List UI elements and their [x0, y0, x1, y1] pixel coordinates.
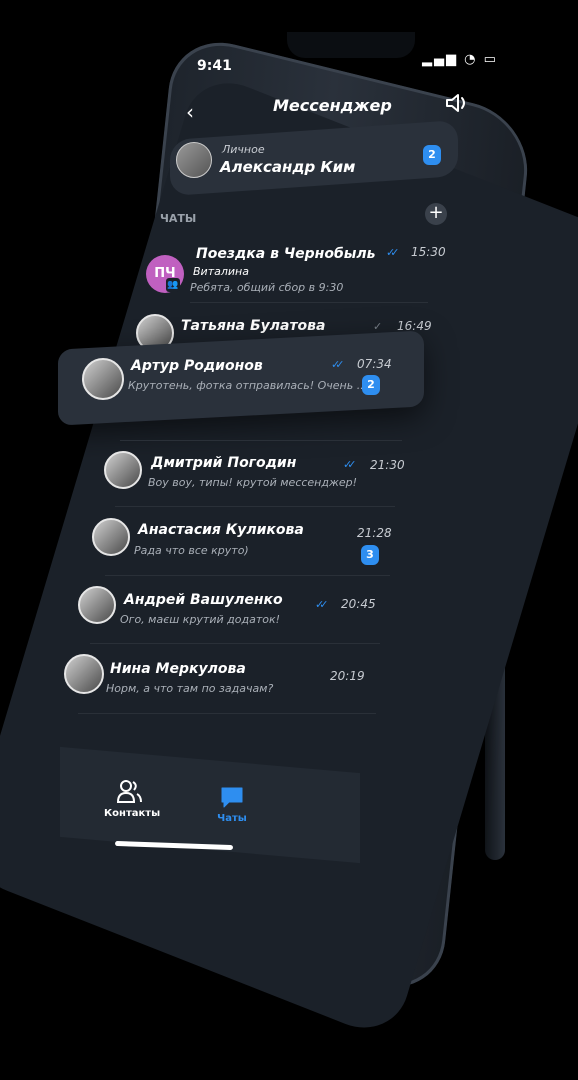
- avatar: [82, 358, 124, 400]
- divider: [190, 302, 428, 303]
- group-icon: 👥: [166, 278, 180, 292]
- contacts-icon: [116, 780, 142, 803]
- chat-bubble-icon: [221, 787, 243, 808]
- avatar: [64, 654, 104, 694]
- chat-time: 20:45: [341, 597, 376, 611]
- messenger-app: 9:41 ▂▄▆ ◔ ▭ ‹ Мессенджер Личное Алексан…: [0, 0, 578, 948]
- personal-label: Личное: [222, 143, 265, 156]
- speaker-button[interactable]: [444, 92, 470, 114]
- double-check-icon: ✓✓: [331, 358, 345, 371]
- chat-message: Ребята, общий сбор в 9:30: [190, 281, 344, 294]
- double-check-icon: ✓✓: [386, 246, 400, 259]
- chat-time: 21:28: [357, 526, 392, 540]
- chat-message: Ого, маєш крутий додаток!: [120, 613, 281, 626]
- avatar: [104, 451, 142, 489]
- chat-message: Норм, а что там по задачам?: [106, 682, 274, 695]
- add-chat-button[interactable]: +: [425, 203, 447, 225]
- tab-contacts[interactable]: Контакты: [104, 778, 161, 819]
- avatar: [92, 518, 130, 556]
- chat-name: Поездка в Чернобыль: [196, 246, 376, 262]
- speaker-icon: [446, 94, 465, 112]
- double-check-icon: ✓✓: [315, 598, 329, 611]
- divider: [115, 506, 395, 507]
- personal-name: Александр Ким: [220, 158, 356, 176]
- tab-label: Чаты: [217, 813, 247, 824]
- tab-label: Контакты: [104, 808, 161, 819]
- chat-time: 07:34: [357, 357, 392, 371]
- chat-message: Воу воу, типы! крутой мессенджер!: [148, 476, 358, 489]
- tab-chats[interactable]: Чаты: [212, 785, 252, 824]
- unread-badge: 3: [361, 545, 379, 565]
- chat-name: Татьяна Булатова: [181, 318, 326, 334]
- chat-message: Рада что все круто): [134, 544, 249, 557]
- chat-name: Андрей Вашуленко: [124, 592, 283, 608]
- chat-name: Анастасия Куликова: [138, 522, 304, 538]
- chat-time: 21:30: [370, 458, 405, 472]
- avatar: [78, 586, 116, 624]
- chats-section-label: ЧАТЫ: [160, 212, 197, 225]
- plus-icon: +: [428, 202, 444, 223]
- chevron-left-icon: ‹: [186, 100, 194, 124]
- check-icon: ✓: [373, 320, 383, 333]
- chat-time: 20:19: [330, 669, 365, 683]
- status-time: 9:41: [197, 58, 232, 74]
- unread-badge: 2: [423, 145, 441, 165]
- chat-name: Артур Родионов: [131, 358, 263, 374]
- chat-time: 15:30: [411, 245, 446, 259]
- chat-name: Дмитрий Погодин: [151, 455, 297, 471]
- chat-name: Нина Меркулова: [110, 661, 246, 677]
- status-icons: ▂▄▆ ◔ ▭: [422, 52, 498, 67]
- divider: [105, 575, 390, 576]
- phone-notch: [287, 32, 415, 58]
- back-button[interactable]: ‹: [186, 100, 194, 124]
- divider: [78, 713, 376, 714]
- divider: [120, 440, 402, 441]
- chat-sender: Виталина: [193, 265, 249, 278]
- unread-badge: 2: [362, 375, 380, 395]
- double-check-icon: ✓✓: [343, 458, 357, 471]
- chat-message: Крутотень, фотка отправилась! Очень ...: [128, 379, 368, 392]
- page-title: Мессенджер: [273, 96, 392, 115]
- avatar: [176, 142, 212, 178]
- divider: [90, 643, 380, 644]
